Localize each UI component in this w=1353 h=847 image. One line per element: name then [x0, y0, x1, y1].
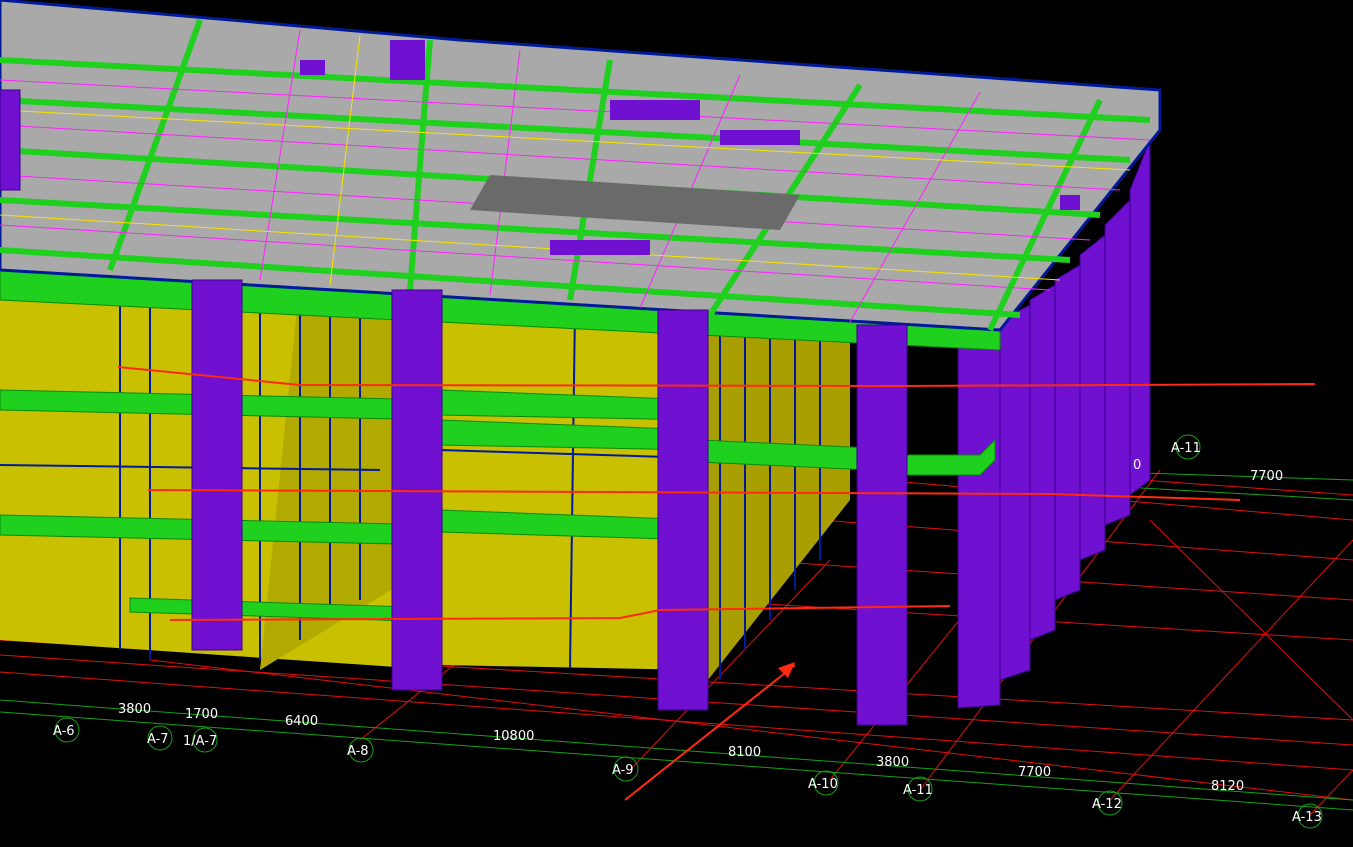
dimension-label: 0 — [1133, 458, 1141, 473]
dimension-label: 7700 — [1018, 765, 1051, 780]
svg-text:A-11: A-11 — [1171, 441, 1201, 456]
dimension-label: 6400 — [285, 714, 318, 729]
dimension-label: 7700 — [1250, 469, 1283, 484]
svg-text:A-13: A-13 — [1292, 810, 1322, 825]
dimension-label: 3800 — [876, 755, 909, 770]
dimension-label: 3800 — [118, 702, 151, 717]
svg-text:A-6: A-6 — [53, 724, 75, 739]
dimension-label: 1700 — [185, 707, 218, 722]
dimension-label: 8100 — [728, 745, 761, 760]
svg-text:A-12: A-12 — [1092, 797, 1122, 812]
svg-text:A-8: A-8 — [347, 744, 369, 759]
svg-text:A-11: A-11 — [903, 783, 933, 798]
dimension-label: 10800 — [493, 729, 534, 744]
svg-text:A-7: A-7 — [147, 732, 169, 747]
svg-text:A-10: A-10 — [808, 777, 838, 792]
svg-text:A-9: A-9 — [612, 763, 634, 778]
model-canvas[interactable]: 3800 1700 6400 10800 8100 3800 7700 8120… — [0, 0, 1353, 843]
3d-model-viewport[interactable]: 3800 1700 6400 10800 8100 3800 7700 8120… — [0, 0, 1353, 843]
dimension-label: 8120 — [1211, 779, 1244, 794]
svg-text:1/A-7: 1/A-7 — [183, 734, 217, 749]
